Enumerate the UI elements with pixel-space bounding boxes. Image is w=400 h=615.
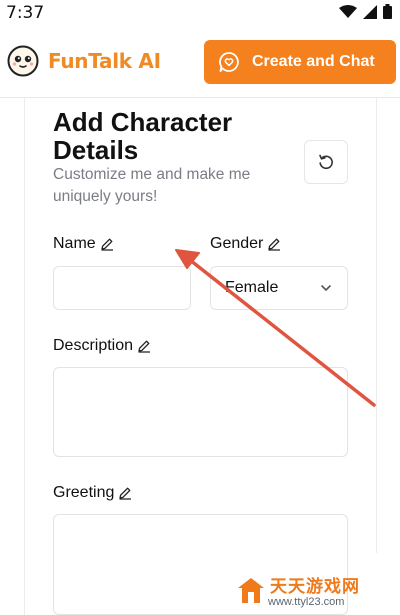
pencil-icon (101, 238, 113, 251)
brand-name: FunTalk AI (48, 49, 161, 73)
create-and-chat-button[interactable]: Create and Chat (204, 40, 396, 84)
status-bar: 7:37 (0, 0, 400, 28)
wifi-icon (339, 4, 357, 18)
form-title: Add Character Details (53, 107, 233, 165)
status-icons (339, 4, 392, 19)
chat-bubble-icon (219, 52, 239, 72)
app-header: FunTalk AI Create and Chat (0, 28, 400, 98)
create-and-chat-label: Create and Chat (252, 53, 375, 70)
greeting-label: Greeting (53, 484, 115, 501)
battery-icon (383, 4, 392, 19)
gender-select-value: Female (225, 279, 279, 296)
name-label: Name (53, 235, 96, 252)
card-border-right (376, 98, 377, 553)
logo-face-icon[interactable] (7, 45, 39, 77)
card-border-left (24, 98, 25, 615)
gender-label-row: Gender (210, 235, 281, 253)
description-textarea[interactable] (53, 367, 348, 457)
greeting-label-row: Greeting (53, 484, 132, 502)
watermark: 天天游戏网 www.ttyl23.com (232, 570, 400, 615)
name-input[interactable] (53, 266, 191, 310)
gender-select[interactable]: Female (210, 266, 348, 310)
form-subtitle: Customize me and make me uniquely yours! (53, 166, 251, 205)
reset-button[interactable] (304, 140, 348, 184)
signal-icon (363, 4, 377, 19)
description-label-row: Description (53, 337, 151, 355)
watermark-title: 天天游戏网 (270, 577, 360, 597)
pencil-icon (138, 340, 151, 353)
pencil-icon (119, 487, 132, 500)
description-label: Description (53, 337, 134, 354)
watermark-url: www.ttyl23.com (268, 596, 345, 608)
chevron-down-icon (321, 285, 331, 291)
pencil-icon (268, 238, 281, 251)
watermark-logo-icon (238, 578, 264, 603)
name-label-row: Name (53, 235, 114, 253)
status-time: 7:37 (6, 3, 45, 23)
gender-label: Gender (210, 235, 264, 252)
reset-icon (319, 154, 333, 170)
